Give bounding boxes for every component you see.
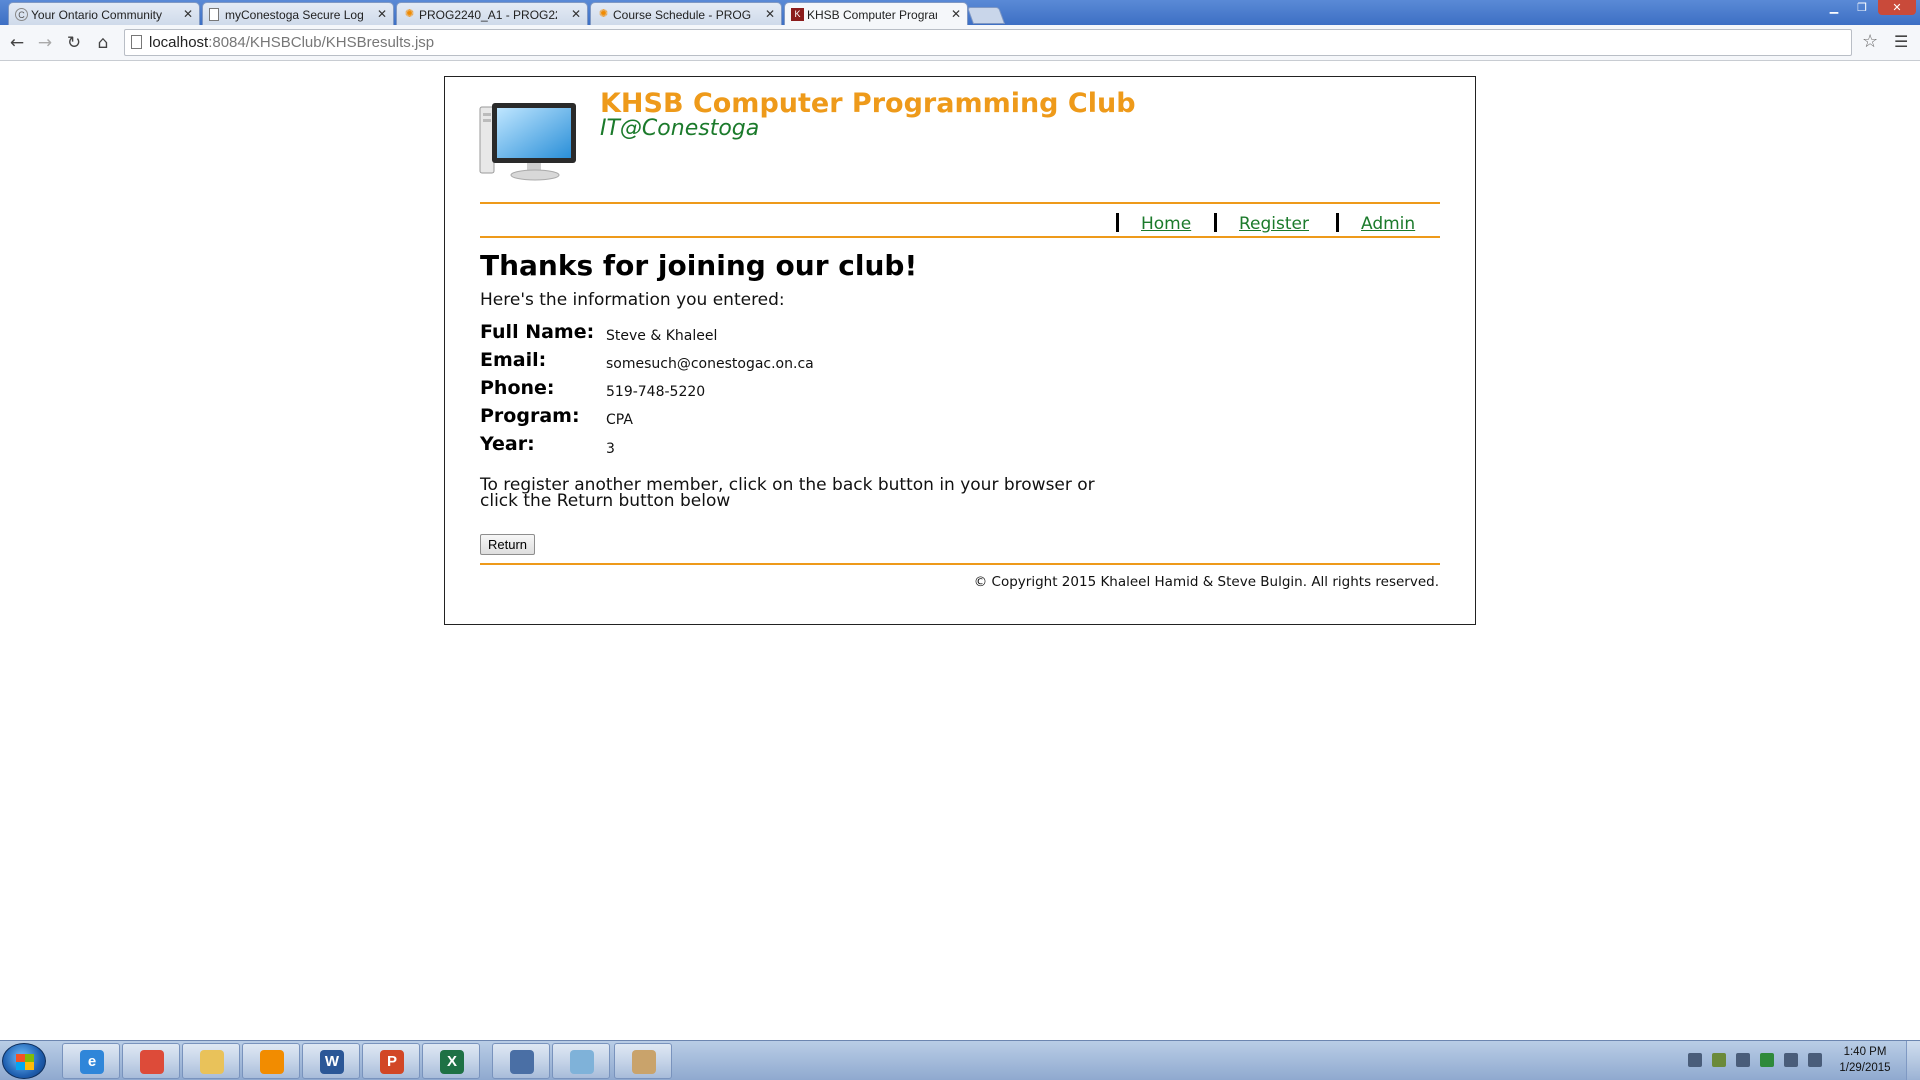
close-icon[interactable]: ✕ <box>571 7 581 21</box>
home-icon[interactable]: ⌂ <box>92 33 114 53</box>
show-desktop-button[interactable] <box>1906 1041 1920 1080</box>
system-tray <box>1684 1051 1824 1069</box>
tab-your-ontario-community[interactable]: C Your Ontario Community ✕ <box>8 2 200 25</box>
virtualbox-icon <box>510 1050 534 1074</box>
tray-app-icon[interactable] <box>1736 1053 1750 1067</box>
url-path: :8084/KHSBClub/KHSBresults.jsp <box>208 34 435 51</box>
tab-label: Your Ontario Community <box>31 8 162 22</box>
browser-tab-strip: C Your Ontario Community ✕ myConestoga S… <box>0 0 1920 25</box>
clock-time: 1:40 PM <box>1843 1046 1887 1058</box>
system-clock[interactable]: 1:40 PM 1/29/2015 <box>1832 1044 1898 1076</box>
nav-link-register[interactable]: Register <box>1239 214 1309 234</box>
windows-logo-icon <box>16 1054 34 1070</box>
file-explorer-icon <box>200 1050 224 1074</box>
label-program: Program: <box>480 405 580 427</box>
network-icon[interactable] <box>1784 1053 1798 1067</box>
tab-course-schedule[interactable]: ✺ Course Schedule - PROG2 ✕ <box>590 2 782 25</box>
paint-icon <box>632 1050 656 1074</box>
tab-label: PROG2240_A1 - PROG224 <box>419 8 557 22</box>
taskbar-app-button[interactable] <box>182 1043 240 1079</box>
taskbar: e W P X 1:40 PM 1/29/2015 <box>0 1040 1920 1080</box>
nav-link-admin[interactable]: Admin <box>1361 214 1415 234</box>
site-icon: K <box>791 8 804 21</box>
divider <box>480 202 1440 204</box>
return-button[interactable]: Return <box>480 534 535 555</box>
forward-icon[interactable]: → <box>34 33 56 53</box>
browser-toolbar: ← → ↻ ⌂ localhost:8084/KHSBClub/KHSBresu… <box>0 25 1920 61</box>
menu-icon[interactable]: ☰ <box>1894 32 1908 51</box>
value-year: 3 <box>606 441 615 457</box>
reload-icon[interactable]: ↻ <box>63 33 85 53</box>
tab-label: KHSB Computer Program <box>807 8 937 22</box>
taskbar-app-button[interactable] <box>552 1043 610 1079</box>
tab-label: myConestoga Secure Logi <box>225 8 363 22</box>
update-icon[interactable] <box>1712 1053 1726 1067</box>
tab-myconestoga[interactable]: myConestoga Secure Logi ✕ <box>202 2 394 25</box>
taskbar-app-button[interactable] <box>122 1043 180 1079</box>
page-icon <box>209 8 219 21</box>
excel-icon: X <box>440 1050 464 1074</box>
restore-icon[interactable]: ❐ <box>1848 0 1876 15</box>
address-bar[interactable]: localhost:8084/KHSBClub/KHSBresults.jsp <box>124 29 1852 56</box>
intro-text: Here's the information you entered: <box>480 290 785 310</box>
page-container: KHSB Computer Programming Club IT@Conest… <box>444 76 1476 625</box>
nav-separator <box>1116 213 1119 232</box>
nav-link-home[interactable]: Home <box>1141 214 1191 234</box>
close-icon[interactable]: ✕ <box>951 7 961 21</box>
word-icon: W <box>320 1050 344 1074</box>
volume-icon[interactable] <box>1808 1053 1822 1067</box>
start-button[interactable] <box>2 1043 46 1079</box>
label-full-name: Full Name: <box>480 321 595 343</box>
chrome-icon <box>140 1050 164 1074</box>
minimize-icon[interactable]: ▁ <box>1820 0 1848 15</box>
label-email: Email: <box>480 349 547 371</box>
value-program: CPA <box>606 412 633 428</box>
close-icon[interactable]: ✕ <box>377 7 387 21</box>
c-icon: C <box>15 8 28 21</box>
value-full-name: Steve & Khaleel <box>606 328 718 344</box>
value-phone: 519-748-5220 <box>606 384 706 400</box>
clock-date: 1/29/2015 <box>1839 1062 1891 1074</box>
back-icon[interactable]: ← <box>6 33 28 53</box>
vlc-icon <box>260 1050 284 1074</box>
taskbar-app-button[interactable]: e <box>62 1043 120 1079</box>
tab-khsb-computer-program[interactable]: K KHSB Computer Program ✕ <box>784 2 968 25</box>
internet-explorer-icon: e <box>80 1050 104 1074</box>
site-subtitle: IT@Conestoga <box>600 116 760 141</box>
window-close-icon[interactable]: ✕ <box>1878 0 1916 15</box>
taskbar-app-button[interactable] <box>242 1043 300 1079</box>
gear-icon: ✺ <box>404 8 415 20</box>
divider <box>480 563 1440 565</box>
divider <box>480 236 1440 238</box>
site-title: KHSB Computer Programming Club <box>600 88 1136 119</box>
instructions-text: To register another member, click on the… <box>480 475 1095 511</box>
tab-label: Course Schedule - PROG2 <box>613 8 751 22</box>
tab-prog2240-a1[interactable]: ✺ PROG2240_A1 - PROG224 ✕ <box>396 2 588 25</box>
taskbar-app-button[interactable]: X <box>422 1043 480 1079</box>
copyright-text: © Copyright 2015 Khaleel Hamid & Steve B… <box>973 574 1439 590</box>
nav-separator <box>1214 213 1217 232</box>
taskbar-app-button[interactable] <box>492 1043 550 1079</box>
security-icon[interactable] <box>1760 1053 1774 1067</box>
powerpoint-icon: P <box>380 1050 404 1074</box>
taskbar-app-button[interactable]: P <box>362 1043 420 1079</box>
close-icon[interactable]: ✕ <box>183 7 193 21</box>
url-host: localhost <box>149 34 209 51</box>
keyboard-icon[interactable] <box>1688 1053 1702 1067</box>
page-icon <box>131 35 142 49</box>
bookmark-star-icon[interactable]: ☆ <box>1862 31 1878 52</box>
page-heading: Thanks for joining our club! <box>480 249 918 282</box>
label-year: Year: <box>480 433 535 455</box>
label-phone: Phone: <box>480 377 555 399</box>
new-tab-button[interactable] <box>966 7 1006 24</box>
gear-icon: ✺ <box>598 8 609 20</box>
taskbar-app-button[interactable] <box>614 1043 672 1079</box>
taskbar-app-button[interactable]: W <box>302 1043 360 1079</box>
computer-logo-icon <box>479 103 576 181</box>
value-email: somesuch@conestogac.on.ca <box>606 356 814 372</box>
notepad-icon <box>570 1050 594 1074</box>
nav-separator <box>1336 213 1339 232</box>
close-icon[interactable]: ✕ <box>765 7 775 21</box>
